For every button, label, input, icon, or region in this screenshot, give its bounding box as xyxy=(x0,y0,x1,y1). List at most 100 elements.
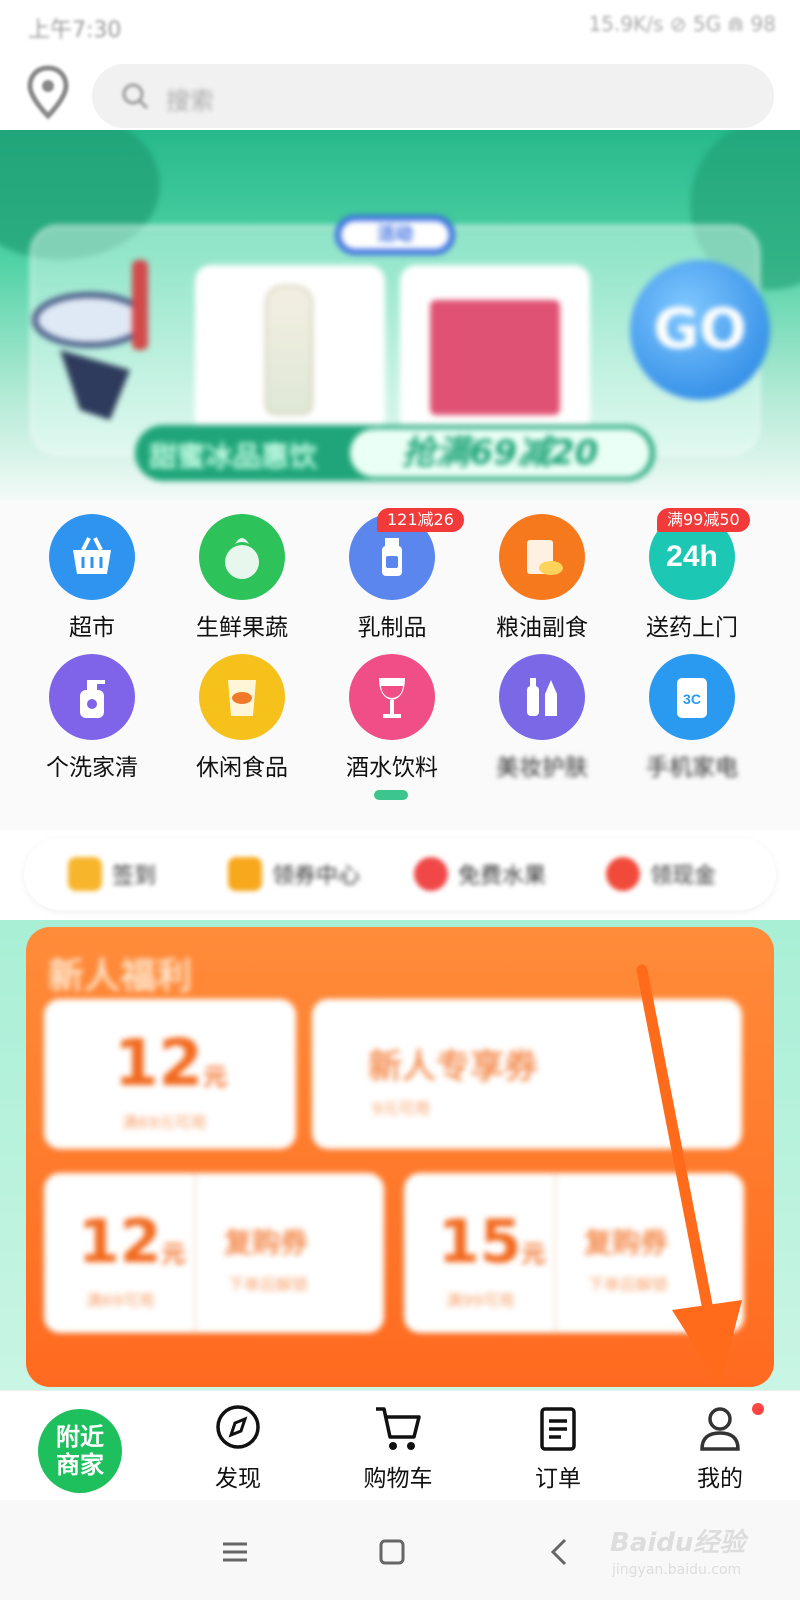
order-list-icon xyxy=(540,1407,576,1451)
watermark-url: jingyan.baidu.com xyxy=(612,1562,742,1578)
status-indicators: 15.9K/s ⊘ 5G ⋒ 98 xyxy=(588,12,776,36)
quick-link-coupons[interactable]: 领券中心 xyxy=(228,854,360,894)
tab-mine[interactable]: 我的 xyxy=(640,1391,800,1501)
checkin-icon xyxy=(68,857,102,891)
banner-tag: 活动 xyxy=(335,215,455,255)
category-supermarket[interactable]: 超市 xyxy=(17,500,167,641)
tab-discover[interactable]: 发现 xyxy=(158,1391,318,1501)
category-cosmetics[interactable]: 美妆护肤 xyxy=(467,640,617,781)
nearby-line1: 附近 xyxy=(56,1423,104,1451)
category-label: 生鲜果蔬 xyxy=(196,615,288,641)
menu-icon[interactable] xyxy=(215,1532,255,1572)
coupon-exclusive[interactable]: 新人专享券 9元可用 xyxy=(312,999,742,1149)
tab-label: 订单 xyxy=(535,1466,581,1492)
tab-label: 购物车 xyxy=(363,1466,433,1492)
quick-links-bar: 签到 领券中心 免费水果 领现金 xyxy=(24,838,776,910)
cash-icon xyxy=(606,857,640,891)
category-label: 休闲食品 xyxy=(196,755,288,781)
back-icon[interactable] xyxy=(540,1532,580,1572)
coupon-desc: 下单后解锁 xyxy=(228,1275,309,1294)
3c-text: 3C xyxy=(683,691,701,707)
coupon-name: 新人专享券 xyxy=(368,1047,538,1087)
coupon-sub: 满99可用 xyxy=(446,1291,515,1310)
category-electronics[interactable]: 3C 手机家电 xyxy=(617,640,767,781)
soap-bottle-icon xyxy=(49,654,135,740)
status-time: 上午7:30 xyxy=(28,18,122,43)
header: 搜索 xyxy=(0,50,800,140)
coupon-amount: 15 xyxy=(438,1207,522,1277)
go-balloon: GO xyxy=(630,260,770,400)
bottom-tab-bar: 附近 商家 发现 购物车 订单 我的 xyxy=(0,1390,800,1500)
coupon-repurchase-a[interactable]: 12元 满69可用 复购券 下单后解锁 xyxy=(44,1173,384,1333)
welfare-title: 新人福利 xyxy=(48,956,193,997)
slogan-left: 甜蜜冰品惠饮 xyxy=(149,440,318,473)
discount-badge: 满99减50 xyxy=(657,508,750,532)
coupon-repurchase-b[interactable]: 15元 满99可用 复购券 下单后解锁 xyxy=(404,1173,744,1333)
notification-dot xyxy=(752,1403,764,1415)
baidu-watermark: Baidu经验 jingyan.baidu.com xyxy=(610,1518,790,1588)
banner-slogan: 甜蜜冰品惠饮 抢满69减20 xyxy=(135,425,655,481)
fruit-icon xyxy=(414,857,448,891)
watermark-brand: Baidu经验 xyxy=(610,1528,746,1558)
category-label: 个洗家清 xyxy=(46,755,138,781)
quick-link-label: 领现金 xyxy=(650,864,717,889)
search-input[interactable]: 搜索 xyxy=(166,81,214,116)
24h-text: 24h xyxy=(666,540,718,573)
system-navigation-bar: Baidu经验 jingyan.baidu.com xyxy=(0,1500,800,1600)
category-label: 超市 xyxy=(69,615,115,641)
quick-link-label: 免费水果 xyxy=(458,864,547,889)
wine-glass-icon xyxy=(349,654,435,740)
basket-icon xyxy=(49,514,135,600)
nearby-line2: 商家 xyxy=(56,1451,104,1479)
category-dairy[interactable]: 121减26 乳制品 xyxy=(317,500,467,641)
home-icon[interactable] xyxy=(372,1532,412,1572)
coupon-unit: 元 xyxy=(203,1063,228,1091)
category-medicine[interactable]: 24h 满99减50 送药上门 xyxy=(617,500,767,641)
tab-orders[interactable]: 订单 xyxy=(478,1391,638,1501)
vegetable-icon xyxy=(199,514,285,600)
coupon-sub: 满69可用 xyxy=(86,1291,155,1310)
category-label: 美妆护肤 xyxy=(496,755,588,781)
new-user-welfare[interactable]: 新人福利 12元 满69元可用 新人专享券 9元可用 12元 满69可用 复购券… xyxy=(26,927,774,1387)
coupon-unit: 元 xyxy=(161,1240,186,1268)
quick-link-fruit[interactable]: 免费水果 xyxy=(414,854,546,894)
grain-oil-icon xyxy=(499,514,585,600)
category-grid: 超市 生鲜果蔬 121减26 乳制品 粮油副食 24h 满99减50 送药上门 … xyxy=(0,500,800,830)
location-pin-icon[interactable] xyxy=(26,64,70,122)
compass-icon xyxy=(216,1405,260,1449)
search-icon xyxy=(122,83,149,110)
coupon-amount: 12 xyxy=(114,1027,204,1101)
tab-nearby-merchants[interactable]: 附近 商家 xyxy=(0,1391,160,1501)
quick-link-label: 签到 xyxy=(112,864,157,889)
category-label: 粮油副食 xyxy=(496,615,588,641)
coupon-name: 复购券 xyxy=(224,1226,309,1259)
category-drinks[interactable]: 酒水饮料 xyxy=(317,640,467,781)
coupon-icon xyxy=(228,857,262,891)
3c-phone-icon: 3C xyxy=(649,654,735,740)
diver-illustration xyxy=(32,260,148,420)
category-grain-oil[interactable]: 粮油副食 xyxy=(467,500,617,641)
nearby-merchants-badge: 附近 商家 xyxy=(38,1409,122,1493)
cart-icon xyxy=(376,1407,421,1450)
product-card-drink xyxy=(195,265,385,435)
quick-link-label: 领券中心 xyxy=(272,864,361,889)
category-snacks[interactable]: 休闲食品 xyxy=(167,640,317,781)
user-profile-icon xyxy=(700,1407,740,1451)
tab-cart[interactable]: 购物车 xyxy=(318,1391,478,1501)
search-bar[interactable]: 搜索 xyxy=(92,64,774,128)
slogan-right: 抢满69减20 xyxy=(350,429,650,477)
category-label: 手机家电 xyxy=(646,755,738,781)
category-fresh[interactable]: 生鲜果蔬 xyxy=(167,500,317,641)
category-label: 送药上门 xyxy=(646,615,738,641)
coupon-main[interactable]: 12元 满69元可用 xyxy=(44,999,296,1149)
quick-link-cash[interactable]: 领现金 xyxy=(606,854,716,894)
snack-bag-icon xyxy=(199,654,285,740)
quick-link-checkin[interactable]: 签到 xyxy=(68,854,156,894)
product-card-icecream xyxy=(400,265,590,435)
promo-banner[interactable]: 活动 GO 甜蜜冰品惠饮 抢满69减20 xyxy=(0,130,800,500)
tab-label: 发现 xyxy=(215,1466,261,1492)
status-bar: 上午7:30 15.9K/s ⊘ 5G ⋒ 98 xyxy=(0,0,800,50)
category-label: 酒水饮料 xyxy=(346,755,438,781)
coupon-amount: 12 xyxy=(78,1207,162,1277)
category-household[interactable]: 个洗家清 xyxy=(17,640,167,781)
